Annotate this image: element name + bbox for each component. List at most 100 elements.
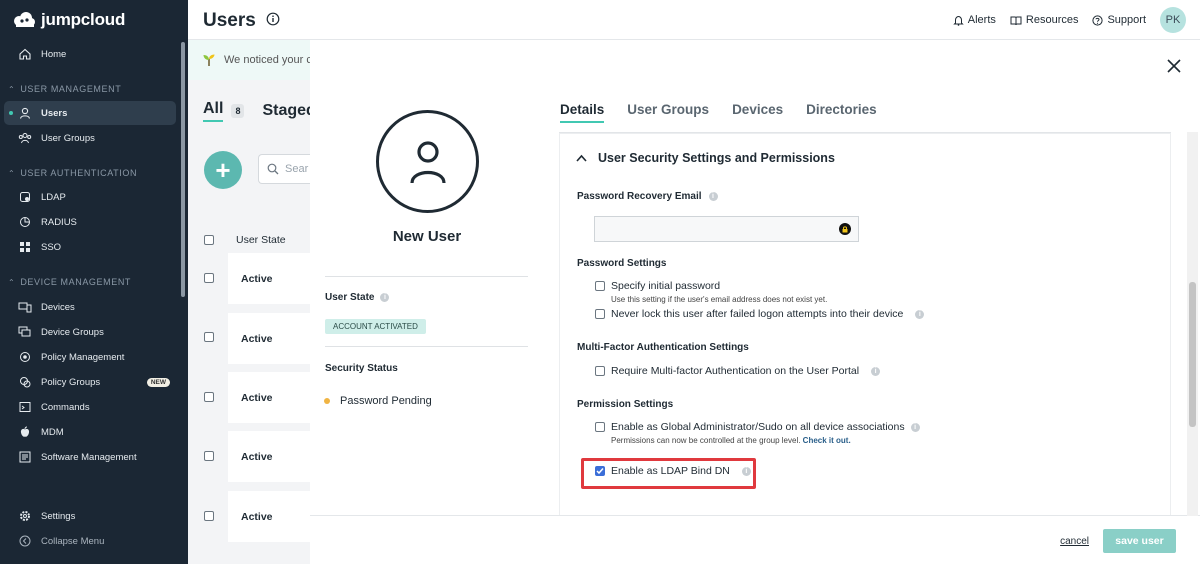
jumpcloud-logo[interactable]: jumpcloud xyxy=(12,10,125,30)
section-label: DEVICE MANAGEMENT xyxy=(20,277,132,287)
global-admin-option[interactable]: Enable as Global Administrator/Sudo on a… xyxy=(595,421,920,445)
require-mfa-option[interactable]: Require Multi-factor Authentication on t… xyxy=(595,365,881,377)
option-label: Require Multi-factor Authentication on t… xyxy=(611,365,860,377)
security-settings-panel: User Security Settings and Permissions P… xyxy=(559,133,1171,517)
chevron-up-icon: ⌃ xyxy=(8,168,16,178)
sidebar-item-label: Collapse Menu xyxy=(41,535,105,547)
row-checkbox[interactable] xyxy=(204,511,214,521)
alerts-label: Alerts xyxy=(967,14,996,26)
row-checkbox[interactable] xyxy=(204,451,214,461)
tab-directories[interactable]: Directories xyxy=(806,102,877,123)
password-recovery-email-input[interactable] xyxy=(594,216,859,242)
tab-all[interactable]: All xyxy=(203,100,224,122)
modal-summary: New User User State i ACCOUNT ACTIVATED … xyxy=(310,40,542,515)
apple-icon xyxy=(18,425,32,439)
save-user-button[interactable]: save user xyxy=(1103,529,1176,553)
sidebar-item-label: Settings xyxy=(41,510,76,522)
sidebar-item-users[interactable]: Users xyxy=(4,101,176,125)
table-header: User State xyxy=(204,234,286,246)
never-lock-checkbox[interactable] xyxy=(595,309,605,319)
sidebar-item-settings[interactable]: Settings xyxy=(4,504,176,528)
sidebar-item-label: MDM xyxy=(41,426,64,438)
specify-initial-password-checkbox[interactable] xyxy=(595,281,605,291)
scrollbar-thumb[interactable] xyxy=(1189,282,1196,427)
table-row[interactable]: Active xyxy=(228,491,318,542)
require-mfa-checkbox[interactable] xyxy=(595,366,605,376)
close-icon[interactable] xyxy=(1167,59,1181,73)
info-icon[interactable]: i xyxy=(380,293,390,302)
section-label: USER AUTHENTICATION xyxy=(20,168,138,178)
support-label: Support xyxy=(1107,14,1146,26)
sidebar-item-policy-groups[interactable]: Policy Groups NEW xyxy=(4,370,176,394)
option-label: Never lock this user after failed logon … xyxy=(611,308,904,320)
section-user-authentication[interactable]: ⌃ USER AUTHENTICATION xyxy=(8,168,137,178)
sidebar-item-user-groups[interactable]: User Groups xyxy=(4,126,176,150)
divider xyxy=(325,346,528,347)
sidebar-item-software-management[interactable]: Software Management xyxy=(4,445,176,469)
password-pending-text: Password Pending xyxy=(340,395,432,407)
collapse-menu-button[interactable]: Collapse Menu xyxy=(4,529,176,553)
divider xyxy=(325,276,528,277)
sidebar-item-label: RADIUS xyxy=(41,216,77,228)
bell-icon xyxy=(953,15,964,26)
sidebar-item-home[interactable]: Home xyxy=(4,42,176,66)
row-checkbox[interactable] xyxy=(204,392,214,402)
sidebar-item-sso[interactable]: SSO xyxy=(4,235,176,259)
info-icon[interactable]: i xyxy=(871,367,881,376)
info-icon[interactable]: i xyxy=(915,310,925,319)
section-user-management[interactable]: ⌃ USER MANAGEMENT xyxy=(8,84,121,94)
password-settings-label: Password Settings xyxy=(577,258,667,269)
sidebar-item-policy-management[interactable]: Policy Management xyxy=(4,345,176,369)
tab-details[interactable]: Details xyxy=(560,102,605,123)
support-link[interactable]: Support xyxy=(1092,14,1146,26)
user-avatar[interactable]: PK xyxy=(1160,7,1186,33)
add-user-button[interactable]: + xyxy=(204,151,242,189)
panel-header[interactable]: User Security Settings and Permissions xyxy=(576,151,835,165)
sidebar-scrollbar[interactable] xyxy=(181,42,185,297)
devices-icon xyxy=(18,300,32,314)
section-device-management[interactable]: ⌃ DEVICE MANAGEMENT xyxy=(8,277,131,287)
sidebar-item-radius[interactable]: RADIUS xyxy=(4,210,176,234)
user-avatar-large xyxy=(376,110,479,213)
row-checkbox[interactable] xyxy=(204,332,214,342)
option-label: Specify initial password xyxy=(611,280,721,292)
table-row[interactable]: Active xyxy=(228,372,318,423)
info-icon[interactable]: i xyxy=(910,422,920,432)
specify-initial-password-option[interactable]: Specify initial password Use this settin… xyxy=(595,280,827,304)
alerts-link[interactable]: Alerts xyxy=(953,14,996,26)
software-icon xyxy=(18,450,32,464)
tab-user-groups[interactable]: User Groups xyxy=(627,102,709,123)
modal-scrollbar[interactable] xyxy=(1187,132,1198,516)
sidebar-item-label: User Groups xyxy=(41,132,95,144)
info-icon[interactable]: i xyxy=(708,192,718,201)
user-state-cell: Active xyxy=(241,332,273,345)
sidebar-item-ldap[interactable]: LDAP xyxy=(4,185,176,209)
table-row[interactable]: Active xyxy=(228,313,318,364)
never-lock-option[interactable]: Never lock this user after failed logon … xyxy=(595,308,925,320)
sidebar-item-label: Users xyxy=(41,107,68,119)
sidebar-item-mdm[interactable]: MDM xyxy=(4,420,176,444)
column-user-state[interactable]: User State xyxy=(236,234,286,246)
sprout-icon xyxy=(202,53,216,67)
option-label: Enable as Global Administrator/Sudo on a… xyxy=(611,421,905,433)
table-row[interactable]: Active xyxy=(228,431,318,482)
sso-grid-icon xyxy=(18,240,32,254)
resources-link[interactable]: Resources xyxy=(1010,14,1078,26)
global-admin-checkbox[interactable] xyxy=(595,422,605,432)
row-checkbox[interactable] xyxy=(204,273,214,283)
search-input[interactable]: Sear xyxy=(258,154,318,184)
tab-devices[interactable]: Devices xyxy=(732,102,783,123)
sidebar-item-devices[interactable]: Devices xyxy=(4,295,176,319)
modal-tabs: Details User Groups Devices Directories xyxy=(560,102,877,123)
sidebar-item-label: SSO xyxy=(41,241,62,253)
info-icon[interactable] xyxy=(266,12,280,26)
status-dot xyxy=(324,398,330,404)
tab-staged[interactable]: Staged xyxy=(262,102,315,120)
sidebar-item-device-groups[interactable]: Device Groups xyxy=(4,320,176,344)
table-row[interactable]: Active xyxy=(228,253,318,304)
logo-text: jumpcloud xyxy=(41,10,126,29)
cancel-link[interactable]: cancel xyxy=(1060,536,1089,547)
sidebar-item-commands[interactable]: Commands xyxy=(4,395,176,419)
check-it-out-link[interactable]: Check it out. xyxy=(803,436,851,445)
select-all-checkbox[interactable] xyxy=(204,235,214,245)
